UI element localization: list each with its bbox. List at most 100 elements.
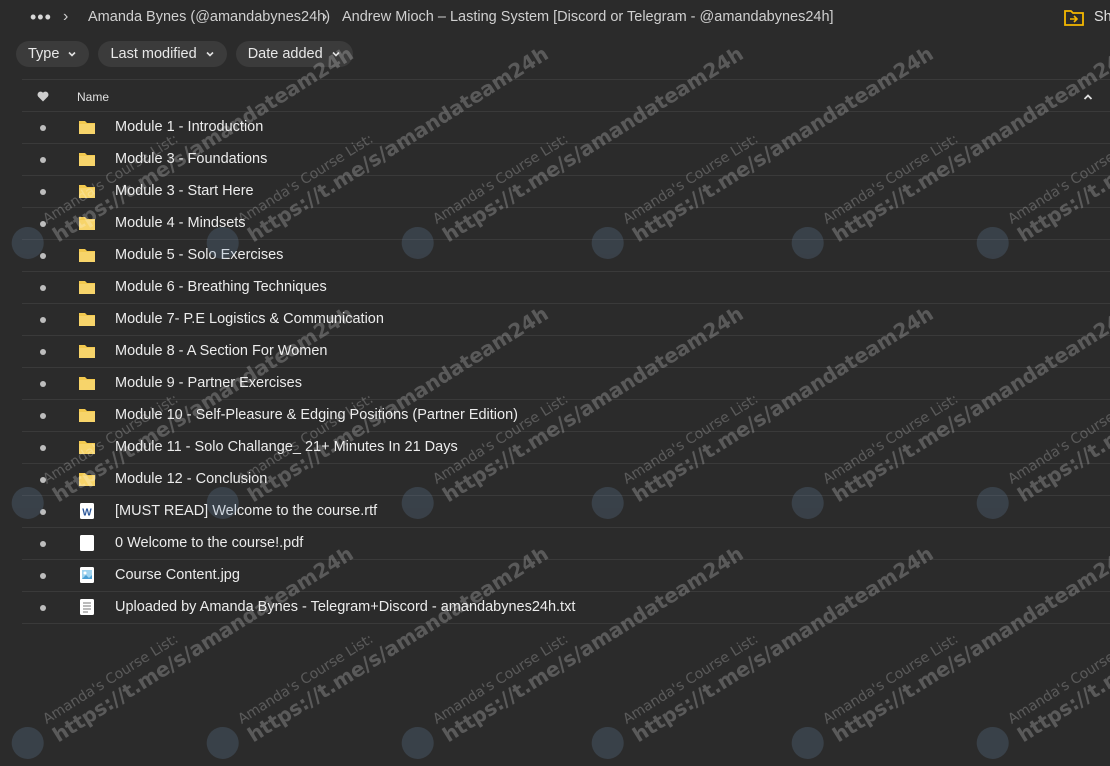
- filter-last-modified-button[interactable]: Last modified: [98, 41, 227, 67]
- filter-label: Date added: [247, 46, 323, 62]
- item-name: Uploaded by Amanda Bynes - Telegram+Disc…: [115, 599, 576, 615]
- pdf-file-icon: [78, 534, 96, 552]
- watermark-line-1: Amanda's Course List:: [1005, 631, 1110, 727]
- status-dot: [40, 317, 46, 323]
- status-dot: [40, 221, 46, 227]
- list-header: Name: [22, 79, 1110, 112]
- watermark-avatar-icon: [401, 726, 434, 759]
- status-dot: [40, 573, 46, 579]
- filter-type-button[interactable]: Type: [16, 41, 90, 67]
- folder-icon: [78, 150, 96, 168]
- status-dot: [40, 381, 46, 387]
- list-item[interactable]: Module 12 - Conclusion: [22, 464, 1110, 496]
- watermark-line-1: Amanda's Course List:: [40, 631, 181, 727]
- watermark-line-1: Amanda's Course List:: [620, 631, 761, 727]
- item-name: Module 9 - Partner Exercises: [115, 375, 302, 391]
- folder-icon: [78, 470, 96, 488]
- item-name: Module 11 - Solo Challange_ 21+ Minutes …: [115, 439, 458, 455]
- share-button[interactable]: Sh: [1064, 7, 1110, 27]
- status-dot: [40, 157, 46, 163]
- item-name: 0 Welcome to the course!.pdf: [115, 535, 304, 551]
- list-item[interactable]: W [MUST READ] Welcome to the course.rtf: [22, 496, 1110, 528]
- list-item[interactable]: Module 6 - Breathing Techniques: [22, 272, 1110, 304]
- list-item[interactable]: Uploaded by Amanda Bynes - Telegram+Disc…: [22, 592, 1110, 624]
- image-file-icon: [78, 566, 96, 584]
- folder-icon: [78, 246, 96, 264]
- item-name: Module 8 - A Section For Women: [115, 343, 328, 359]
- svg-text:W: W: [82, 508, 92, 519]
- item-name: Module 3 - Foundations: [115, 151, 268, 167]
- watermark-avatar-icon: [791, 726, 824, 759]
- top-bar: ••• › Amanda Bynes (@amandabynes24h) › A…: [0, 0, 1110, 36]
- status-dot: [40, 541, 46, 547]
- breadcrumb-item-current[interactable]: Andrew Mioch – Lasting System [Discord o…: [342, 8, 834, 26]
- status-dot: [40, 285, 46, 291]
- item-name: Module 10 - Self-Pleasure & Edging Posit…: [115, 407, 518, 423]
- filter-label: Last modified: [110, 46, 197, 62]
- column-header-name[interactable]: Name: [77, 90, 109, 104]
- item-name: Module 12 - Conclusion: [115, 471, 268, 487]
- more-options-button[interactable]: •••: [30, 8, 52, 26]
- list-item[interactable]: Module 8 - A Section For Women: [22, 336, 1110, 368]
- list-item[interactable]: Module 10 - Self-Pleasure & Edging Posit…: [22, 400, 1110, 432]
- folder-icon: [78, 438, 96, 456]
- item-name: Module 1 - Introduction: [115, 119, 264, 135]
- folder-icon: [78, 406, 96, 424]
- item-name: Module 6 - Breathing Techniques: [115, 279, 327, 295]
- folder-icon: [78, 342, 96, 360]
- status-dot: [40, 509, 46, 515]
- sort-ascending-icon[interactable]: [1083, 93, 1093, 101]
- chevron-down-icon: [206, 51, 214, 57]
- list-item[interactable]: Module 11 - Solo Challange_ 21+ Minutes …: [22, 432, 1110, 464]
- share-label: Sh: [1094, 9, 1110, 25]
- item-name: Module 3 - Start Here: [115, 183, 254, 199]
- status-dot: [40, 605, 46, 611]
- status-dot: [40, 477, 46, 483]
- folder-icon: [78, 118, 96, 136]
- folder-icon: [78, 278, 96, 296]
- shared-folder-icon: [1064, 10, 1084, 26]
- filter-label: Type: [28, 46, 60, 62]
- chevron-right-icon: ›: [63, 8, 69, 25]
- item-name: Module 5 - Solo Exercises: [115, 247, 284, 263]
- watermark-line-1: Amanda's Course List:: [820, 631, 961, 727]
- list-item[interactable]: Module 4 - Mindsets: [22, 208, 1110, 240]
- status-dot: [40, 189, 46, 195]
- word-doc-icon: W: [78, 502, 96, 520]
- folder-icon: [78, 182, 96, 200]
- chevron-down-icon: [332, 51, 340, 57]
- list-item[interactable]: Course Content.jpg: [22, 560, 1110, 592]
- file-list: Name Module 1 - Introduction Module 3 - F…: [22, 79, 1110, 624]
- list-item[interactable]: Module 3 - Foundations: [22, 144, 1110, 176]
- watermark-avatar-icon: [206, 726, 239, 759]
- watermark-avatar-icon: [11, 726, 44, 759]
- watermark-line-1: Amanda's Course List:: [430, 631, 571, 727]
- list-item[interactable]: Module 1 - Introduction: [22, 112, 1110, 144]
- chevron-down-icon: [68, 51, 77, 57]
- item-name: Course Content.jpg: [115, 567, 240, 583]
- watermark-line-1: Amanda's Course List:: [235, 631, 376, 727]
- item-name: Module 4 - Mindsets: [115, 215, 246, 231]
- chevron-right-icon: ›: [322, 8, 328, 25]
- watermark-avatar-icon: [591, 726, 624, 759]
- status-dot: [40, 125, 46, 131]
- status-dot: [40, 413, 46, 419]
- filter-bar: Type Last modified Date added: [16, 41, 353, 67]
- list-item[interactable]: Module 7- P.E Logistics & Communication: [22, 304, 1110, 336]
- status-dot: [40, 349, 46, 355]
- list-item[interactable]: Module 3 - Start Here: [22, 176, 1110, 208]
- breadcrumb-item-parent[interactable]: Amanda Bynes (@amandabynes24h): [88, 8, 330, 26]
- folder-icon: [78, 214, 96, 232]
- list-item[interactable]: Module 5 - Solo Exercises: [22, 240, 1110, 272]
- status-dot: [40, 253, 46, 259]
- list-item[interactable]: Module 9 - Partner Exercises: [22, 368, 1110, 400]
- text-file-icon: [78, 598, 96, 616]
- filter-date-added-button[interactable]: Date added: [235, 41, 353, 67]
- folder-icon: [78, 374, 96, 392]
- item-name: Module 7- P.E Logistics & Communication: [115, 311, 384, 327]
- list-item[interactable]: 0 Welcome to the course!.pdf: [22, 528, 1110, 560]
- item-name: [MUST READ] Welcome to the course.rtf: [115, 503, 378, 519]
- folder-icon: [78, 310, 96, 328]
- status-dot: [40, 445, 46, 451]
- heart-icon[interactable]: [37, 91, 49, 102]
